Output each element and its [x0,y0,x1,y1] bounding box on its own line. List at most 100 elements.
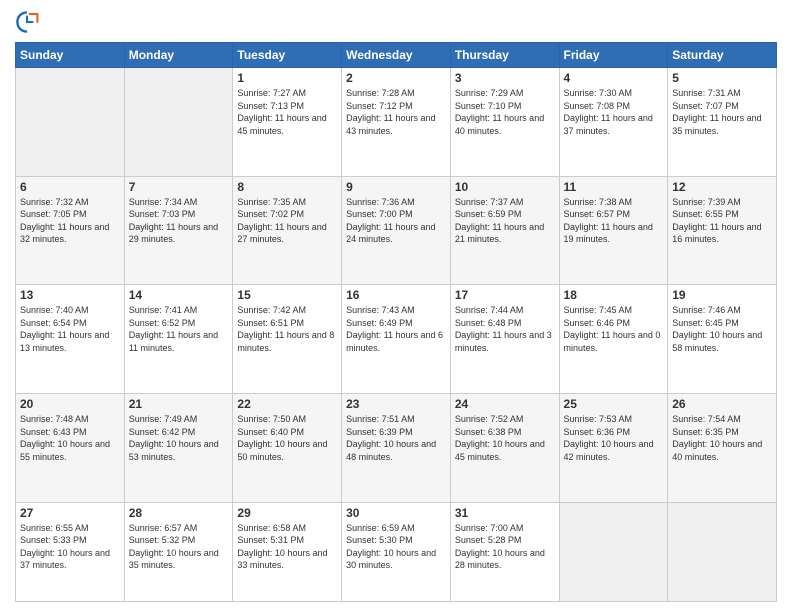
calendar-cell: 16 Sunrise: 7:43 AM Sunset: 6:49 PM Dayli… [342,285,451,394]
day-header-thursday: Thursday [450,43,559,68]
day-info: Sunrise: 7:48 AM Sunset: 6:43 PM Dayligh… [20,413,120,463]
calendar-cell [668,502,777,601]
day-header-sunday: Sunday [16,43,125,68]
day-number: 24 [455,397,555,411]
day-number: 16 [346,288,446,302]
calendar-cell: 9 Sunrise: 7:36 AM Sunset: 7:00 PM Daylig… [342,176,451,285]
day-number: 22 [237,397,337,411]
day-number: 25 [564,397,664,411]
day-info: Sunrise: 6:59 AM Sunset: 5:30 PM Dayligh… [346,522,446,572]
logo-icon [15,10,39,34]
calendar-cell: 14 Sunrise: 7:41 AM Sunset: 6:52 PM Dayli… [124,285,233,394]
calendar-cell: 1 Sunrise: 7:27 AM Sunset: 7:13 PM Daylig… [233,68,342,177]
calendar-cell [124,68,233,177]
calendar-cell: 29 Sunrise: 6:58 AM Sunset: 5:31 PM Dayli… [233,502,342,601]
day-number: 14 [129,288,229,302]
calendar-cell: 17 Sunrise: 7:44 AM Sunset: 6:48 PM Dayli… [450,285,559,394]
calendar-cell: 30Sunrise: 6:59 AM Sunset: 5:30 PM Dayli… [342,502,451,601]
day-info: Sunrise: 7:32 AM Sunset: 7:05 PM Dayligh… [20,196,120,246]
day-number: 1 [237,71,337,85]
day-number: 26 [672,397,772,411]
day-number: 11 [564,180,664,194]
day-info: Sunrise: 6:57 AM Sunset: 5:32 PM Dayligh… [129,522,229,572]
calendar-cell: 10 Sunrise: 7:37 AM Sunset: 6:59 PM Dayli… [450,176,559,285]
calendar-cell: 24 Sunrise: 7:52 AM Sunset: 6:38 PM Dayli… [450,393,559,502]
day-number: 21 [129,397,229,411]
day-number: 18 [564,288,664,302]
calendar-cell: 22 Sunrise: 7:50 AM Sunset: 6:40 PM Dayli… [233,393,342,502]
calendar-cell: 26 Sunrise: 7:54 AM Sunset: 6:35 PM Dayli… [668,393,777,502]
day-number: 13 [20,288,120,302]
day-info: Sunrise: 7:39 AM Sunset: 6:55 PM Dayligh… [672,196,772,246]
day-header-friday: Friday [559,43,668,68]
calendar-cell: 11 Sunrise: 7:38 AM Sunset: 6:57 PM Dayli… [559,176,668,285]
calendar-cell: 6 Sunrise: 7:32 AM Sunset: 7:05 PM Daylig… [16,176,125,285]
calendar-cell: 27 Sunrise: 6:55 AM Sunset: 5:33 PM Dayli… [16,502,125,601]
day-info: Sunrise: 7:27 AM Sunset: 7:13 PM Dayligh… [237,87,337,137]
calendar-header-row: SundayMondayTuesdayWednesdayThursdayFrid… [16,43,777,68]
day-number: 23 [346,397,446,411]
calendar-cell: 4Sunrise: 7:30 AM Sunset: 7:08 PM Daylig… [559,68,668,177]
logo [15,10,43,34]
calendar-cell: 28 Sunrise: 6:57 AM Sunset: 5:32 PM Dayli… [124,502,233,601]
day-info: Sunrise: 6:58 AM Sunset: 5:31 PM Dayligh… [237,522,337,572]
day-info: Sunrise: 7:28 AM Sunset: 7:12 PM Dayligh… [346,87,446,137]
day-info: Sunrise: 7:40 AM Sunset: 6:54 PM Dayligh… [20,304,120,354]
day-number: 29 [237,506,337,520]
day-info: Sunrise: 7:43 AM Sunset: 6:49 PM Dayligh… [346,304,446,354]
calendar-cell: 21Sunrise: 7:49 AM Sunset: 6:42 PM Dayli… [124,393,233,502]
day-number: 17 [455,288,555,302]
day-number: 2 [346,71,446,85]
day-info: Sunrise: 7:36 AM Sunset: 7:00 PM Dayligh… [346,196,446,246]
day-number: 5 [672,71,772,85]
calendar-table: SundayMondayTuesdayWednesdayThursdayFrid… [15,42,777,602]
day-number: 6 [20,180,120,194]
calendar-cell: 5 Sunrise: 7:31 AM Sunset: 7:07 PM Daylig… [668,68,777,177]
calendar-cell: 2 Sunrise: 7:28 AM Sunset: 7:12 PM Daylig… [342,68,451,177]
day-info: Sunrise: 7:51 AM Sunset: 6:39 PM Dayligh… [346,413,446,463]
calendar-cell: 31 Sunrise: 7:00 AM Sunset: 5:28 PM Dayli… [450,502,559,601]
header [15,10,777,34]
day-info: Sunrise: 7:44 AM Sunset: 6:48 PM Dayligh… [455,304,555,354]
day-number: 4 [564,71,664,85]
day-info: Sunrise: 7:54 AM Sunset: 6:35 PM Dayligh… [672,413,772,463]
day-info: Sunrise: 7:45 AM Sunset: 6:46 PM Dayligh… [564,304,664,354]
day-info: Sunrise: 6:55 AM Sunset: 5:33 PM Dayligh… [20,522,120,572]
day-number: 8 [237,180,337,194]
day-number: 7 [129,180,229,194]
day-info: Sunrise: 7:38 AM Sunset: 6:57 PM Dayligh… [564,196,664,246]
day-info: Sunrise: 7:46 AM Sunset: 6:45 PM Dayligh… [672,304,772,354]
day-header-tuesday: Tuesday [233,43,342,68]
calendar-cell: 23 Sunrise: 7:51 AM Sunset: 6:39 PM Dayli… [342,393,451,502]
day-info: Sunrise: 7:29 AM Sunset: 7:10 PM Dayligh… [455,87,555,137]
calendar-cell: 12 Sunrise: 7:39 AM Sunset: 6:55 PM Dayli… [668,176,777,285]
calendar-cell: 3Sunrise: 7:29 AM Sunset: 7:10 PM Daylig… [450,68,559,177]
day-info: Sunrise: 7:34 AM Sunset: 7:03 PM Dayligh… [129,196,229,246]
day-header-saturday: Saturday [668,43,777,68]
day-number: 10 [455,180,555,194]
day-number: 12 [672,180,772,194]
page-container: SundayMondayTuesdayWednesdayThursdayFrid… [0,0,792,612]
day-number: 28 [129,506,229,520]
day-number: 9 [346,180,446,194]
day-number: 31 [455,506,555,520]
day-info: Sunrise: 7:41 AM Sunset: 6:52 PM Dayligh… [129,304,229,354]
day-number: 20 [20,397,120,411]
day-number: 15 [237,288,337,302]
day-info: Sunrise: 7:31 AM Sunset: 7:07 PM Dayligh… [672,87,772,137]
calendar-cell: 18 Sunrise: 7:45 AM Sunset: 6:46 PM Dayli… [559,285,668,394]
day-info: Sunrise: 7:35 AM Sunset: 7:02 PM Dayligh… [237,196,337,246]
day-info: Sunrise: 7:53 AM Sunset: 6:36 PM Dayligh… [564,413,664,463]
day-number: 19 [672,288,772,302]
calendar-cell: 15Sunrise: 7:42 AM Sunset: 6:51 PM Dayli… [233,285,342,394]
calendar-cell: 19 Sunrise: 7:46 AM Sunset: 6:45 PM Dayli… [668,285,777,394]
day-header-wednesday: Wednesday [342,43,451,68]
day-info: Sunrise: 7:37 AM Sunset: 6:59 PM Dayligh… [455,196,555,246]
calendar-cell: 8 Sunrise: 7:35 AM Sunset: 7:02 PM Daylig… [233,176,342,285]
day-info: Sunrise: 7:50 AM Sunset: 6:40 PM Dayligh… [237,413,337,463]
day-number: 27 [20,506,120,520]
day-info: Sunrise: 7:52 AM Sunset: 6:38 PM Dayligh… [455,413,555,463]
calendar-cell: 7 Sunrise: 7:34 AM Sunset: 7:03 PM Daylig… [124,176,233,285]
day-info: Sunrise: 7:00 AM Sunset: 5:28 PM Dayligh… [455,522,555,572]
calendar-cell: 13 Sunrise: 7:40 AM Sunset: 6:54 PM Dayli… [16,285,125,394]
